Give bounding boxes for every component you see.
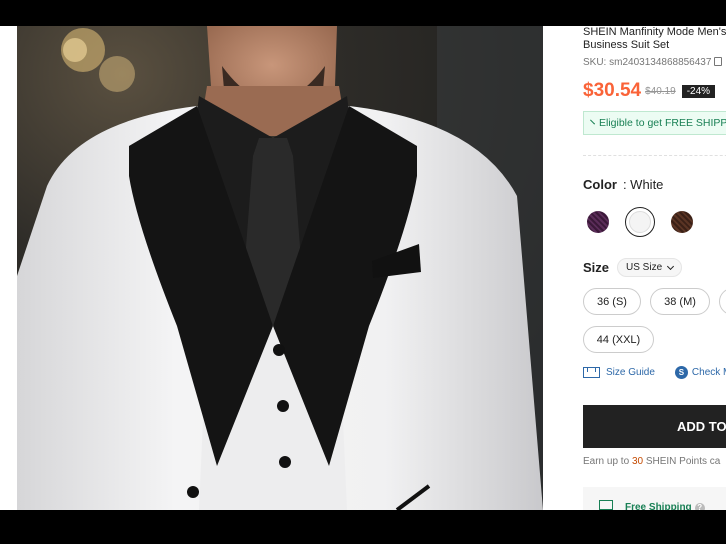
add-to-cart-label: ADD TO CART [677, 419, 726, 434]
size-system-value: US Size [626, 262, 663, 273]
add-to-cart-button[interactable]: ADD TO CART [583, 405, 726, 448]
product-title: SHEIN Manfinity Mode Men's Business Suit… [583, 26, 726, 51]
size-option-m[interactable]: 38 (M) [650, 288, 710, 315]
price-row: $30.54 $40.19 -24% [583, 80, 716, 102]
divider [583, 155, 726, 156]
size-label: Size [583, 260, 610, 275]
color-label-title: Color [583, 177, 617, 192]
swatch-white[interactable] [625, 207, 655, 237]
swatch-brown[interactable] [667, 207, 697, 237]
free-shipping-box: Free Shipping? [583, 487, 726, 510]
fit-icon: S [674, 366, 688, 379]
help-icon[interactable]: ? [694, 503, 705, 510]
free-shipping-banner-text: Eligible to get FREE SHIPPING [599, 117, 726, 129]
free-shipping-label: Free Shipping [625, 502, 692, 510]
points-value: 30 [631, 456, 644, 467]
size-label-row: Size US Size [583, 258, 683, 277]
points-suffix: SHEIN Points ca [645, 456, 721, 467]
check-size-link[interactable]: Check My Size [692, 367, 726, 378]
swatch-purple[interactable] [583, 207, 613, 237]
chevron-down-icon [667, 262, 675, 270]
free-shipping-text: Free Shipping? [625, 502, 705, 510]
discount-badge: -24% [681, 84, 716, 98]
size-guide-link[interactable]: Size Guide [606, 367, 655, 378]
viewport: SHEIN Manfinity Mode Men's Business Suit… [0, 26, 726, 510]
sku-label: SKU: sm2403134868856437 [583, 57, 712, 68]
size-option-s[interactable]: 36 (S) [583, 288, 641, 315]
size-links: Size Guide S Check My Size [583, 366, 726, 379]
points-info: Earn up to 30 SHEIN Points ca [583, 456, 720, 467]
size-option-l[interactable] [719, 288, 726, 315]
color-value: : White [622, 177, 664, 192]
check-icon [590, 119, 595, 124]
copy-icon[interactable] [714, 57, 723, 66]
color-label: Color : White [583, 177, 663, 192]
points-prefix: Earn up to [583, 456, 630, 467]
sale-price: $30.54 [583, 80, 642, 101]
truck-icon [599, 500, 613, 510]
product-image[interactable] [17, 26, 543, 510]
size-option-xxl[interactable]: 44 (XXL) [583, 326, 654, 353]
size-system-select[interactable]: US Size [617, 258, 683, 277]
sku-text: SKU: sm2403134868856437 [583, 57, 723, 68]
free-shipping-banner: Eligible to get FREE SHIPPING [583, 111, 726, 135]
original-price: $40.19 [645, 85, 676, 97]
ruler-icon [583, 367, 600, 378]
color-swatches [583, 207, 697, 237]
product-info-panel: SHEIN Manfinity Mode Men's Business Suit… [583, 26, 726, 510]
